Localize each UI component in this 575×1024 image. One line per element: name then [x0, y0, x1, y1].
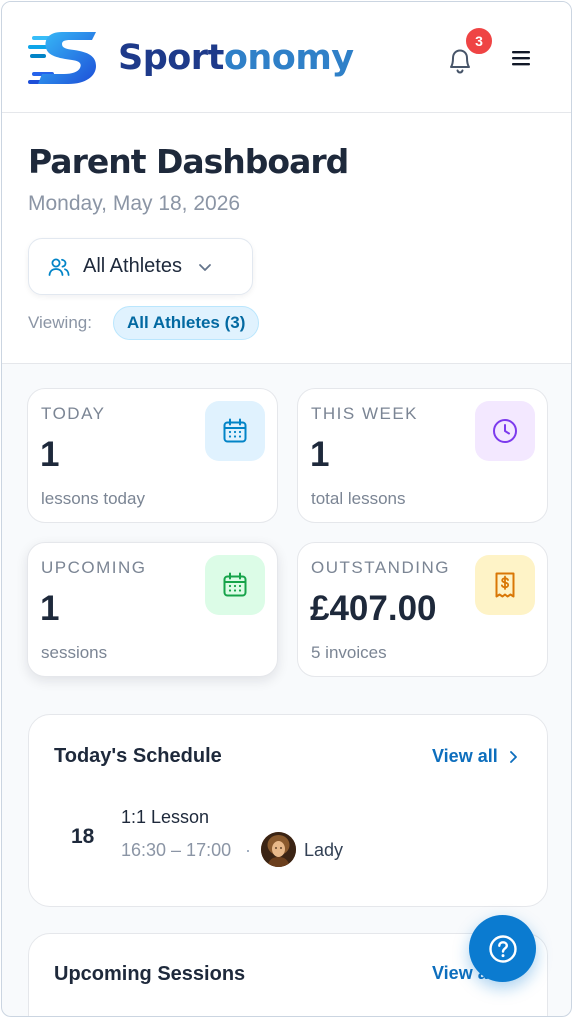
- stat-caption: OUTSTANDING: [311, 558, 450, 577]
- schedule-day: 18: [71, 825, 95, 848]
- schedule-view-all-link[interactable]: View all: [432, 746, 520, 767]
- users-icon: [48, 258, 70, 276]
- dashboard-header: Parent Dashboard Monday, May 18, 2026 Al…: [2, 113, 571, 364]
- portrait-image: [261, 832, 296, 867]
- stat-icon-box: [205, 401, 265, 461]
- stat-card-upcoming[interactable]: UPCOMING 1 sessions: [27, 542, 278, 677]
- chevron-right-icon: [509, 750, 517, 763]
- todays-schedule-card: Today's Schedule View all 18 1:1 Lesson …: [28, 714, 548, 907]
- stat-subtitle: lessons today: [41, 489, 145, 508]
- calendar-icon: [223, 418, 247, 443]
- stat-caption: UPCOMING: [41, 558, 147, 577]
- stat-value: £407.00: [310, 589, 437, 628]
- viewing-badge: All Athletes (3): [113, 306, 260, 340]
- help-icon: [488, 934, 517, 963]
- view-all-label: View all: [432, 746, 498, 766]
- help-button[interactable]: [469, 915, 536, 982]
- app-frame: Sportonomy 3 Parent Dashboard Monday, Ma…: [1, 1, 572, 1017]
- separator-dot: ·: [245, 840, 251, 860]
- stat-subtitle: sessions: [41, 643, 108, 662]
- notification-badge[interactable]: 3: [464, 26, 494, 56]
- viewing-label: Viewing:: [28, 313, 92, 332]
- stat-icon-box: [475, 401, 535, 461]
- upcoming-title: Upcoming Sessions: [54, 963, 246, 985]
- stat-value: 1: [310, 435, 330, 474]
- stat-icon-box: [475, 555, 535, 615]
- current-date: Monday, May 18, 2026: [28, 192, 241, 215]
- athlete-selector-label: All Athletes: [83, 255, 182, 277]
- stat-value: 1: [40, 435, 60, 474]
- schedule-title: Today's Schedule: [54, 745, 222, 767]
- calendar-icon: [223, 572, 247, 597]
- brand-logo[interactable]: Sportonomy: [28, 28, 354, 88]
- stat-subtitle: total lessons: [311, 489, 406, 508]
- stat-caption: TODAY: [41, 404, 106, 423]
- logo-icon: [28, 32, 96, 84]
- avatar: [261, 832, 296, 867]
- stat-card-outstanding[interactable]: OUTSTANDING £407.00 5 invoices: [297, 542, 548, 677]
- schedule-athlete-name: Lady: [304, 840, 344, 860]
- top-bar: Sportonomy 3: [2, 2, 571, 113]
- stat-icon-box: [205, 555, 265, 615]
- brand-name-part1: Sport: [118, 37, 224, 78]
- menu-icon[interactable]: [508, 46, 534, 70]
- schedule-lesson-type: 1:1 Lesson: [121, 807, 210, 827]
- schedule-time: 16:30 – 17:00: [121, 840, 232, 860]
- stat-card-today[interactable]: TODAY 1 lessons today: [27, 388, 278, 523]
- brand-name: Sportonomy: [118, 37, 354, 78]
- receipt-icon: [495, 572, 515, 598]
- chevron-down-icon: [199, 263, 211, 271]
- stat-caption: THIS WEEK: [311, 404, 419, 423]
- stat-card-this-week[interactable]: THIS WEEK 1 total lessons: [297, 388, 548, 523]
- brand-name-part2: onomy: [223, 37, 354, 78]
- stat-subtitle: 5 invoices: [311, 643, 387, 662]
- athlete-selector[interactable]: All Athletes: [28, 238, 253, 295]
- stat-value: 1: [40, 589, 60, 628]
- page-title: Parent Dashboard: [28, 142, 349, 181]
- clock-icon: [493, 419, 517, 443]
